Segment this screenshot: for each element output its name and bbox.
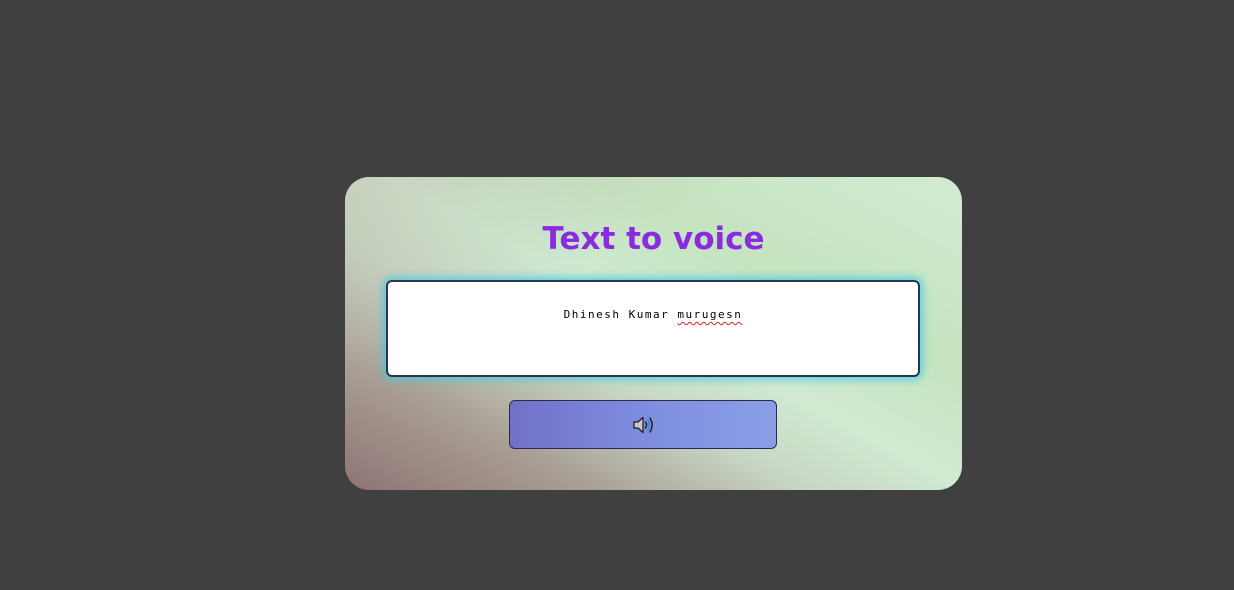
- page: Text to voice Dhinesh Kumar murugesn: [0, 0, 1234, 590]
- app-title: Text to voice: [542, 221, 765, 257]
- misspelled-word: murugesn: [677, 308, 743, 321]
- text-input-value: Dhinesh Kumar murugesn: [564, 308, 743, 321]
- text-input-value-main: Dhinesh Kumar: [563, 308, 678, 321]
- text-to-voice-card: Text to voice Dhinesh Kumar murugesn: [345, 177, 962, 490]
- text-input[interactable]: Dhinesh Kumar murugesn: [386, 280, 920, 377]
- speaker-icon: [633, 416, 653, 433]
- speak-button[interactable]: [509, 400, 777, 449]
